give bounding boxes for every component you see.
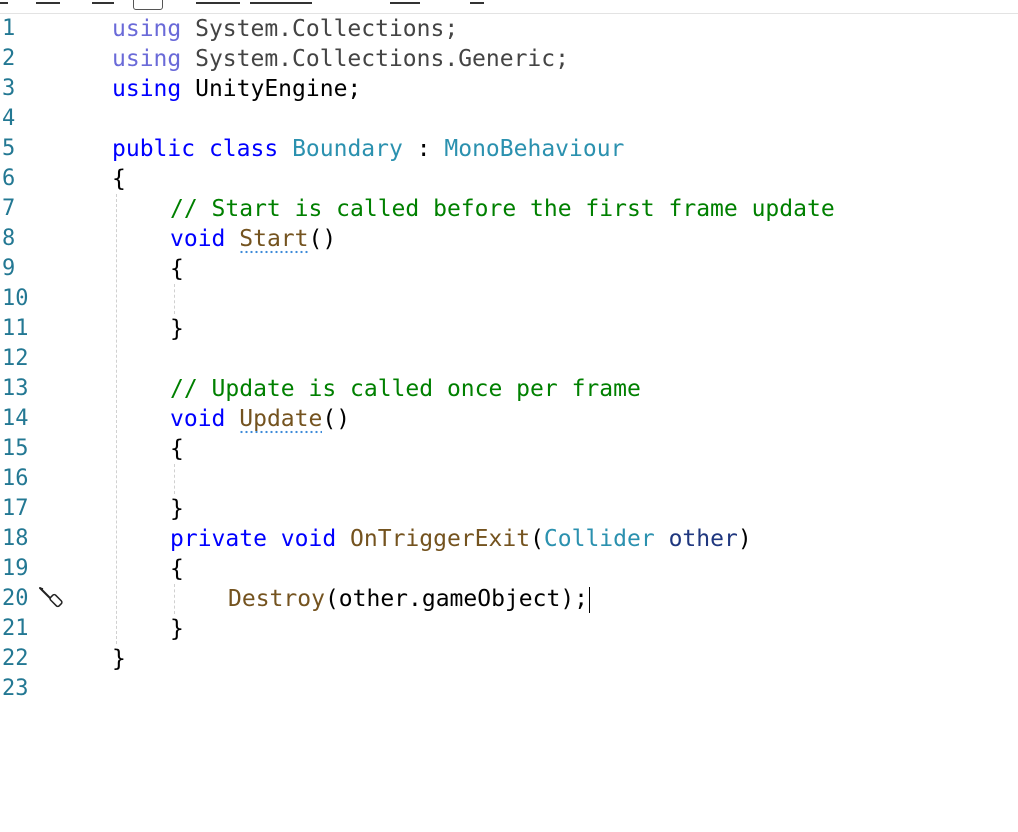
- tab-edge: [390, 2, 420, 4]
- punctuation-token: (: [530, 526, 544, 552]
- text-cursor: [589, 586, 591, 613]
- indent-guide: [116, 194, 117, 644]
- code-line-13: // Update is called once per frame: [0, 374, 641, 404]
- code-line-14: void Update(): [0, 404, 350, 434]
- keyword-token: using: [112, 76, 182, 102]
- file-icon: [133, 0, 163, 10]
- base-class-token: MonoBehaviour: [444, 136, 625, 162]
- code-line-11: }: [0, 314, 184, 344]
- code-line-2: using System.Collections.Generic;: [0, 44, 569, 74]
- code-line-21: }: [0, 614, 184, 644]
- tab-edge: [36, 2, 60, 4]
- method-name-token[interactable]: Start: [239, 226, 309, 254]
- brace-token: {: [170, 556, 184, 582]
- brace-token: }: [170, 616, 184, 642]
- punctuation-token: (): [308, 226, 337, 252]
- code-line-7: // Start is called before the first fram…: [0, 194, 835, 224]
- keyword-token: using: [112, 16, 182, 42]
- brace-token: }: [170, 496, 184, 522]
- tab-edge: [470, 2, 484, 4]
- code-line-17: }: [0, 494, 184, 524]
- method-call-token: Destroy: [228, 586, 325, 612]
- namespace-token: System.Collections;: [181, 16, 459, 42]
- tab-edge: [92, 2, 114, 4]
- keyword-token: using: [112, 46, 182, 72]
- code-area[interactable]: using System.Collections; using System.C…: [0, 14, 835, 704]
- code-line-8: void Start(): [0, 224, 336, 254]
- namespace-token: System.Collections.Generic;: [181, 46, 569, 72]
- method-name-token: OnTriggerExit: [350, 526, 531, 552]
- code-line-5: public class Boundary : MonoBehaviour: [0, 134, 624, 164]
- punctuation-token: ): [737, 526, 752, 552]
- keyword-token: public: [112, 136, 196, 162]
- keyword-token: void: [170, 226, 226, 252]
- brace-token: {: [170, 436, 184, 462]
- tab-edge: [0, 2, 8, 4]
- code-line-18: private void OnTriggerExit(Collider othe…: [0, 524, 752, 554]
- parameter-token: other: [668, 526, 738, 552]
- code-line-20: Destroy(other.gameObject);: [0, 584, 591, 614]
- arguments-token: (other.gameObject);: [324, 586, 589, 612]
- code-editor[interactable]: 1 2 3 4 5 6 7 8 9 10 11 12 13 14 15 16 1…: [0, 0, 1018, 832]
- indent-guide: [174, 584, 175, 614]
- code-line-22: }: [0, 644, 126, 674]
- tab-edge: [196, 2, 240, 4]
- namespace-token: UnityEngine;: [181, 76, 362, 102]
- brace-token: {: [112, 166, 126, 192]
- brace-token: }: [112, 646, 126, 672]
- code-line-1: using System.Collections;: [0, 14, 458, 44]
- method-name-token[interactable]: Update: [239, 406, 323, 434]
- code-line-15: {: [0, 434, 184, 464]
- brace-token: }: [170, 316, 184, 342]
- indent-guide: [174, 464, 175, 494]
- editor-tab-bar: [0, 0, 1018, 14]
- punctuation-token: (): [322, 406, 351, 432]
- tab-edge: [250, 2, 312, 4]
- brace-token: {: [170, 256, 184, 282]
- punctuation-token: :: [402, 136, 445, 162]
- indent-guide: [174, 284, 175, 314]
- class-name-token: Boundary: [292, 136, 403, 162]
- type-token: Collider: [543, 526, 655, 552]
- code-line-19: {: [0, 554, 184, 584]
- comment-token: // Update is called once per frame: [170, 376, 641, 402]
- keyword-token: void: [280, 526, 337, 552]
- code-line-3: using UnityEngine;: [0, 74, 361, 104]
- keyword-token: private: [170, 526, 267, 552]
- keyword-token: class: [208, 136, 279, 162]
- code-line-6: {: [0, 164, 126, 194]
- keyword-token: void: [170, 406, 226, 432]
- code-line-9: {: [0, 254, 184, 284]
- comment-token: // Start is called before the first fram…: [170, 196, 835, 222]
